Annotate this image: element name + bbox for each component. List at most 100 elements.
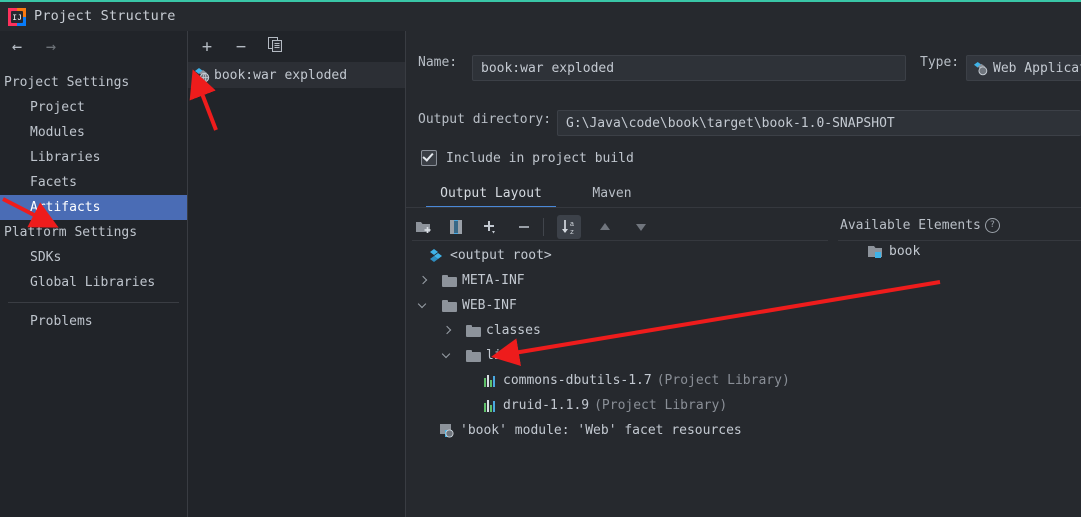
move-down-button[interactable] (629, 215, 653, 239)
web-application-icon (973, 61, 988, 75)
tree-row-druid[interactable]: druid-1.1.9 (Project Library) (406, 393, 836, 418)
chevron-right-icon[interactable] (416, 274, 430, 288)
toolbar-separator (543, 218, 544, 236)
type-label: Type: (920, 55, 960, 70)
available-element-label: book (889, 244, 921, 259)
nav-arrows: ← → (0, 31, 187, 63)
tree-row-classes[interactable]: classes (406, 318, 836, 343)
type-field-row: Type: (920, 55, 959, 70)
folder-icon (466, 349, 481, 362)
back-arrow-icon[interactable]: ← (6, 39, 28, 56)
chevron-right-icon[interactable] (440, 324, 454, 338)
artifact-icon (195, 68, 210, 83)
add-artifact-button[interactable]: + (196, 36, 218, 58)
copy-artifact-button[interactable] (264, 36, 286, 58)
folder-icon (466, 324, 481, 337)
output-layout-tree: <output root> META-INF WEB-INF classes l… (406, 243, 836, 443)
details-tabs: Output Layout Maven (406, 182, 1081, 208)
nav-group-project-settings: Project Settings (4, 75, 130, 90)
tree-label-meta-inf: META-INF (462, 273, 525, 288)
tree-row-meta-inf[interactable]: META-INF (406, 268, 836, 293)
tree-suffix-druid: (Project Library) (594, 398, 728, 413)
remove-element-button[interactable] (512, 215, 536, 239)
window-title: Project Structure (34, 8, 176, 24)
tree-row-output-root[interactable]: <output root> (406, 243, 836, 268)
artifact-list-item-label: book:war exploded (214, 67, 348, 83)
folder-icon (442, 274, 457, 287)
intellij-idea-icon: IJ (8, 8, 26, 26)
artifact-list-item-book-war-exploded[interactable]: book:war exploded (188, 62, 405, 88)
new-folder-icon (416, 222, 431, 233)
include-in-build-row[interactable]: Include in project build (421, 150, 634, 166)
create-directory-button[interactable] (412, 215, 436, 239)
tab-maven-label: Maven (592, 186, 632, 201)
svg-text:IJ: IJ (12, 14, 22, 23)
available-elements-label: Available Elements (840, 218, 981, 233)
archive-icon (450, 220, 462, 234)
tab-output-layout[interactable]: Output Layout (426, 182, 556, 208)
tree-label-output-root: <output root> (450, 248, 552, 263)
output-dir-row: Output directory: (418, 112, 551, 127)
sidebar-item-libraries[interactable]: Libraries (0, 145, 187, 170)
folder-icon (442, 299, 457, 312)
output-root-icon (430, 249, 442, 262)
forward-arrow-icon[interactable]: → (40, 39, 62, 56)
output-directory-input[interactable]: G:\Java\code\book\target\book-1.0-SNAPSH… (557, 110, 1081, 136)
remove-artifact-button[interactable]: − (230, 36, 252, 58)
type-dropdown[interactable]: Web Applicat (966, 55, 1081, 81)
sort-button[interactable]: a z (557, 215, 581, 239)
library-icon (484, 399, 498, 412)
sidebar-item-facets[interactable]: Facets (0, 170, 187, 195)
include-in-build-label: Include in project build (446, 150, 634, 166)
name-input[interactable]: book:war exploded (472, 55, 906, 81)
type-value: Web Applicat (993, 60, 1081, 76)
move-up-button[interactable] (593, 215, 617, 239)
chevron-down-icon[interactable] (440, 349, 454, 363)
plus-dropdown-icon (484, 221, 495, 234)
minus-icon (519, 226, 529, 228)
tree-label-lib: lib (486, 348, 510, 363)
web-facet-icon (440, 423, 454, 438)
include-in-build-checkbox[interactable] (421, 150, 437, 166)
tree-row-book-module-web-facet[interactable]: 'book' module: 'Web' facet resources (406, 418, 836, 443)
tree-row-commons-dbutils[interactable]: commons-dbutils-1.7 (Project Library) (406, 368, 836, 393)
settings-nav-list: Project Settings Project Modules Librari… (0, 70, 187, 334)
no-twisty (416, 249, 430, 263)
tree-label-classes: classes (486, 323, 541, 338)
sidebar-separator (8, 302, 179, 303)
artifacts-list-panel (188, 31, 405, 517)
tree-label-book-module-web-facet: 'book' module: 'Web' facet resources (460, 423, 742, 438)
question-mark-icon[interactable]: ? (984, 218, 1000, 233)
arrow-up-icon (600, 223, 610, 230)
sidebar-item-problems[interactable]: Problems (0, 309, 187, 334)
tab-maven[interactable]: Maven (574, 182, 650, 208)
available-elements-header: Available Elements ? (840, 218, 1000, 233)
chevron-down-icon[interactable] (416, 299, 430, 313)
artifacts-toolbar: + − (188, 31, 405, 63)
tabs-bottom-border (406, 207, 1081, 208)
layout-toolbar-border (412, 240, 828, 241)
tab-output-layout-label: Output Layout (440, 186, 542, 201)
available-element-book[interactable]: book (868, 244, 920, 259)
title-bar: IJ Project Structure (0, 2, 1081, 31)
tree-label-commons-dbutils: commons-dbutils-1.7 (503, 373, 652, 388)
tree-row-lib[interactable]: lib (406, 343, 836, 368)
svg-text:z: z (570, 229, 574, 236)
sidebar-item-artifacts[interactable]: Artifacts (0, 195, 187, 220)
svg-text:a: a (570, 221, 574, 229)
sidebar-item-modules[interactable]: Modules (0, 120, 187, 145)
project-structure-dialog: IJ Project Structure ← → Project Setting… (0, 0, 1081, 517)
sidebar-item-project[interactable]: Project (0, 95, 187, 120)
sort-az-icon: a z (562, 220, 574, 236)
add-copy-button[interactable] (478, 215, 502, 239)
tree-row-web-inf[interactable]: WEB-INF (406, 293, 836, 318)
name-field-row: Name: (418, 55, 457, 70)
sidebar-item-sdks[interactable]: SDKs (0, 245, 187, 270)
sidebar-item-global-libraries[interactable]: Global Libraries (0, 270, 187, 295)
module-folder-icon (868, 245, 882, 258)
library-icon (484, 374, 498, 387)
tree-label-web-inf: WEB-INF (462, 298, 517, 313)
available-elements-border (838, 240, 1081, 241)
copy-icon (267, 37, 282, 52)
create-archive-button[interactable] (444, 215, 468, 239)
